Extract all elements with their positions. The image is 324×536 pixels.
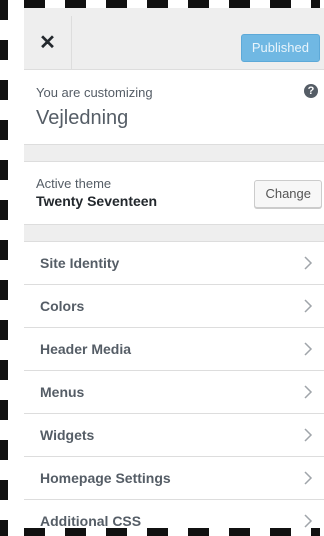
customizing-info: You are customizing Vejledning ? bbox=[24, 70, 324, 145]
dashed-border-left bbox=[0, 0, 8, 536]
section-site-identity[interactable]: Site Identity bbox=[24, 242, 324, 285]
close-icon: ✕ bbox=[39, 32, 56, 54]
section-widgets[interactable]: Widgets bbox=[24, 414, 324, 457]
customizer-sections-list: Site Identity Colors Header Media Menus … bbox=[24, 241, 324, 528]
customizer-header: ✕ Published bbox=[24, 16, 324, 70]
section-label: Additional CSS bbox=[40, 513, 142, 528]
section-label: Colors bbox=[40, 298, 85, 314]
section-menus[interactable]: Menus bbox=[24, 371, 324, 414]
active-theme-label: Active theme bbox=[36, 176, 112, 191]
section-label: Site Identity bbox=[40, 255, 120, 271]
section-header-media[interactable]: Header Media bbox=[24, 328, 324, 371]
dashed-border-top bbox=[24, 0, 320, 8]
chevron-right-icon bbox=[304, 385, 313, 399]
published-button[interactable]: Published bbox=[240, 34, 320, 62]
chevron-right-icon bbox=[304, 299, 313, 313]
customizing-label: You are customizing bbox=[36, 85, 153, 100]
theme-name: Twenty Seventeen bbox=[36, 193, 158, 209]
change-theme-button[interactable]: Change bbox=[254, 180, 322, 208]
section-label: Header Media bbox=[40, 341, 132, 357]
customizer-panel: ✕ Published You are customizing Vejledni… bbox=[24, 8, 324, 528]
chevron-right-icon bbox=[304, 256, 313, 270]
section-homepage-settings[interactable]: Homepage Settings bbox=[24, 457, 324, 500]
help-icon[interactable]: ? bbox=[304, 84, 318, 98]
section-label: Widgets bbox=[40, 427, 95, 443]
site-title: Vejledning bbox=[36, 107, 129, 129]
section-label: Menus bbox=[40, 384, 85, 400]
chevron-right-icon bbox=[304, 514, 313, 528]
section-colors[interactable]: Colors bbox=[24, 285, 324, 328]
active-theme-section: Active theme Twenty Seventeen Change bbox=[24, 161, 324, 225]
chevron-right-icon bbox=[304, 428, 313, 442]
chevron-right-icon bbox=[304, 342, 313, 356]
dashed-border-bottom bbox=[24, 528, 320, 536]
close-button[interactable]: ✕ bbox=[24, 16, 72, 69]
section-label: Homepage Settings bbox=[40, 470, 171, 486]
chevron-right-icon bbox=[304, 471, 313, 485]
section-additional-css[interactable]: Additional CSS bbox=[24, 500, 324, 528]
